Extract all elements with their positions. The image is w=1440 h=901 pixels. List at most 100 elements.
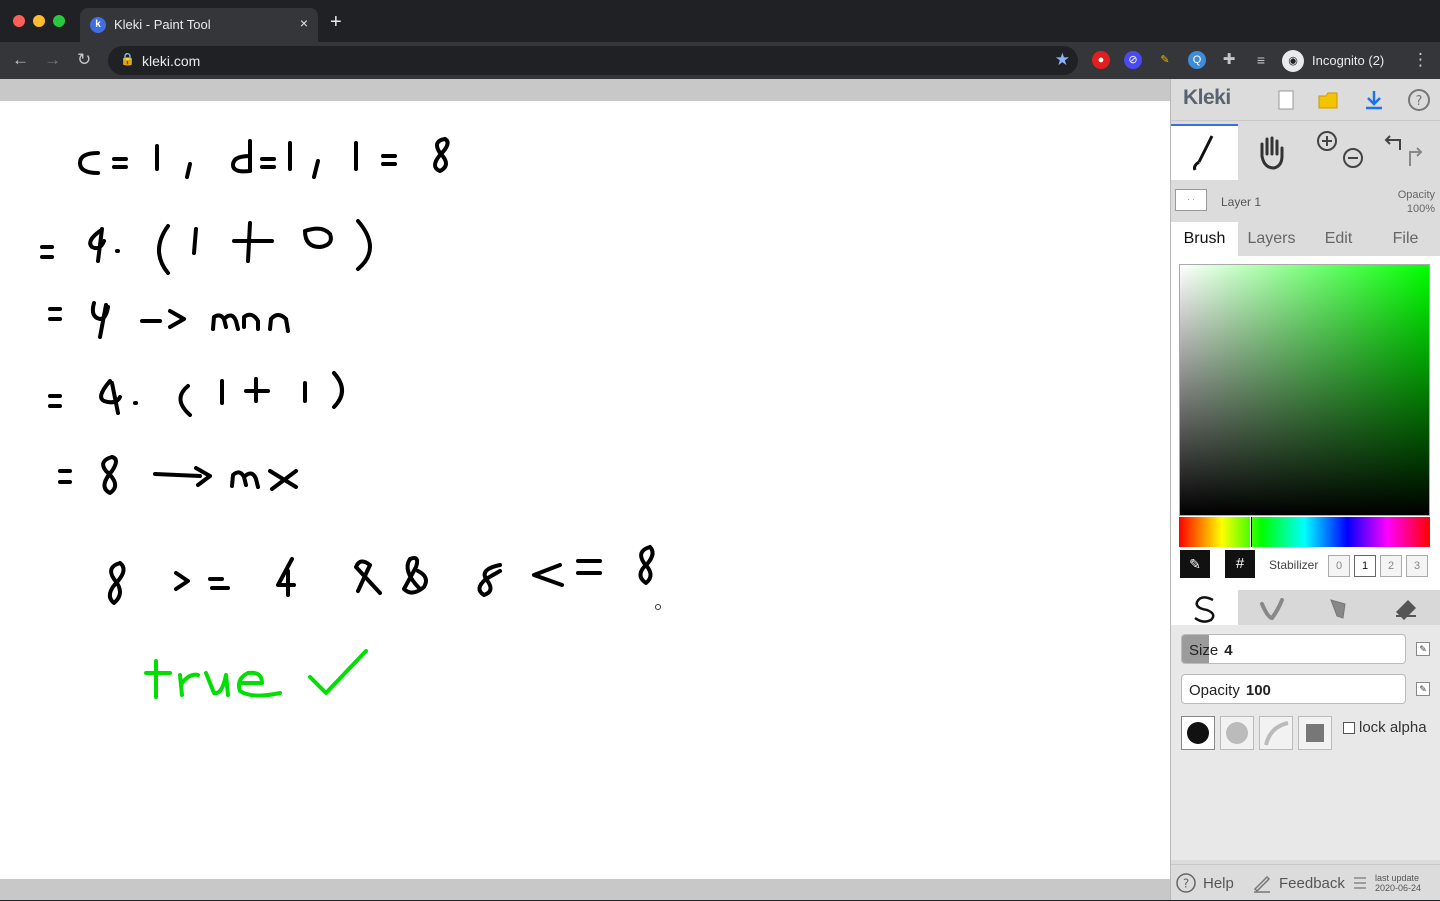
note-line-3 xyxy=(48,301,290,339)
note-line-6 xyxy=(107,545,655,605)
soft-circle-shape-icon xyxy=(1226,722,1248,744)
round-brush-shape[interactable] xyxy=(1181,716,1215,750)
question-circle-icon: ? xyxy=(1176,873,1196,893)
changelog-list-icon xyxy=(1354,877,1366,889)
opacity-slider-label: Opacity 100 xyxy=(1189,682,1271,699)
help-circle-icon[interactable]: ? xyxy=(1407,88,1431,112)
stabilizer-option-0[interactable]: 0 xyxy=(1328,555,1350,577)
size-label-text: Size xyxy=(1189,642,1219,659)
last-update-date: 2020-06-24 xyxy=(1375,883,1422,893)
soft-brush-shape[interactable] xyxy=(1220,716,1254,750)
layer-opacity-value: 100% xyxy=(1406,203,1435,215)
incognito-icon: ◉ xyxy=(1282,49,1304,72)
extensions-puzzle-icon[interactable]: ✚ xyxy=(1220,51,1238,69)
help-button[interactable]: ? Help xyxy=(1175,865,1234,901)
tab-close-icon[interactable]: × xyxy=(300,15,308,31)
checkbox-icon[interactable] xyxy=(1343,721,1355,734)
feedback-pencil-icon xyxy=(1253,875,1271,893)
sketchy-brush-tab[interactable] xyxy=(1305,590,1372,625)
note-line-1 xyxy=(78,137,450,179)
browser-menu-icon[interactable]: ⋮ xyxy=(1412,50,1429,70)
pen-brush-tab[interactable] xyxy=(1171,590,1238,625)
size-pressure-toggle-icon[interactable]: ✎ xyxy=(1416,642,1430,656)
download-icon[interactable] xyxy=(1362,88,1386,112)
browser-tab[interactable]: k Kleki - Paint Tool × xyxy=(80,8,318,42)
maximize-window-button[interactable] xyxy=(53,15,65,27)
tool-tabs xyxy=(1171,124,1440,180)
extension-search-icon[interactable]: Q xyxy=(1188,51,1206,69)
new-image-icon[interactable] xyxy=(1274,88,1298,112)
sidebar-footer: ? Help Feedback last update 2020-06-24 xyxy=(1171,864,1440,900)
opacity-slider[interactable]: Opacity 100 xyxy=(1181,674,1406,704)
browser-toolbar: ← → ↻ 🔒 kleki.com ★ ● ⊘ ✎ Q ✚ ≡ ◉ Incogn… xyxy=(0,42,1440,79)
bookmark-star-icon[interactable]: ★ xyxy=(1055,50,1070,70)
drawing-canvas[interactable] xyxy=(0,101,1170,879)
last-update-label: last update xyxy=(1375,873,1420,883)
brush-settings: Size 4 ✎ Opacity 100 ✎ lock alpha xyxy=(1171,625,1440,860)
tab-title: Kleki - Paint Tool xyxy=(114,17,211,32)
stabilizer-option-1[interactable]: 1 xyxy=(1354,555,1376,577)
tab-layers[interactable]: Layers xyxy=(1238,222,1305,256)
zoom-in-out-icon xyxy=(1317,131,1363,168)
note-line-4 xyxy=(48,371,344,417)
back-arrow-icon[interactable]: ← xyxy=(12,50,29,70)
hex-input-button[interactable]: # xyxy=(1225,550,1255,578)
undo-redo-icon xyxy=(1384,135,1423,166)
hue-slider[interactable] xyxy=(1179,517,1430,547)
incognito-label: Incognito (2) xyxy=(1312,53,1385,68)
chalk-brush-shape[interactable] xyxy=(1259,716,1293,750)
opacity-value: 100 xyxy=(1245,682,1271,699)
eraser-icon xyxy=(1396,600,1416,620)
feedback-button[interactable]: Feedback xyxy=(1251,865,1345,901)
layer-thumbnail[interactable]: · · xyxy=(1175,189,1207,211)
forward-arrow-icon[interactable]: → xyxy=(44,50,61,70)
svg-text:?: ? xyxy=(1416,94,1423,109)
eyedropper-icon[interactable]: ✎ xyxy=(1180,550,1210,578)
lock-alpha-checkbox[interactable]: lock alpha xyxy=(1343,719,1427,736)
saturation-value-picker[interactable] xyxy=(1179,264,1430,516)
last-update-info[interactable]: last update 2020-06-24 xyxy=(1351,865,1440,901)
extension-pencil-icon[interactable]: ✎ xyxy=(1156,51,1174,69)
eraser-tab[interactable] xyxy=(1372,590,1439,625)
kleki-sidebar: Kleki ? · · Layer 1 Opacity 100% Brush L… xyxy=(1170,79,1440,900)
tab-file[interactable]: File xyxy=(1372,222,1439,256)
svg-text:?: ? xyxy=(1183,877,1189,891)
size-slider[interactable]: Size 4 xyxy=(1181,634,1406,664)
blend-brush-tab[interactable] xyxy=(1238,590,1305,625)
opacity-label-text: Opacity xyxy=(1189,682,1240,699)
open-image-icon[interactable] xyxy=(1316,88,1340,112)
sketchy-brush-icon xyxy=(1330,599,1346,619)
brush-tool-tab[interactable] xyxy=(1171,124,1238,180)
hand-icon xyxy=(1260,136,1284,170)
url-text[interactable]: kleki.com xyxy=(142,53,200,69)
square-shape-icon xyxy=(1306,724,1324,742)
media-queue-icon[interactable]: ≡ xyxy=(1252,51,1270,69)
extension-block-icon[interactable]: ⊘ xyxy=(1124,51,1142,69)
tab-brush[interactable]: Brush xyxy=(1171,222,1238,256)
incognito-profile-button[interactable]: ◉ Incognito (2) xyxy=(1282,47,1384,74)
size-value: 4 xyxy=(1224,642,1233,659)
layer-preview-row[interactable]: · · Layer 1 Opacity 100% xyxy=(1171,183,1440,219)
extension-shield-icon[interactable]: ● xyxy=(1092,51,1110,69)
minimize-window-button[interactable] xyxy=(33,15,45,27)
lock-icon: 🔒 xyxy=(120,52,135,66)
hue-slider-handle[interactable] xyxy=(1250,517,1252,547)
chalk-shape-icon xyxy=(1264,721,1289,746)
zoom-tools-tab[interactable] xyxy=(1305,124,1372,180)
new-tab-button[interactable]: + xyxy=(330,12,342,32)
reload-icon[interactable]: ↻ xyxy=(77,50,91,70)
hand-tool-tab[interactable] xyxy=(1238,124,1305,180)
undo-redo-tab[interactable] xyxy=(1372,124,1439,180)
kleki-logo[interactable]: Kleki xyxy=(1183,86,1231,110)
stabilizer-option-3[interactable]: 3 xyxy=(1406,555,1428,577)
main-tabs: Brush Layers Edit File xyxy=(1171,222,1440,256)
address-bar[interactable]: 🔒 kleki.com ★ xyxy=(108,46,1078,75)
close-window-button[interactable] xyxy=(13,15,25,27)
opacity-pressure-toggle-icon[interactable]: ✎ xyxy=(1416,682,1430,696)
layer-name: Layer 1 xyxy=(1221,195,1262,209)
canvas-workspace[interactable] xyxy=(0,79,1170,900)
color-panel: ✎ # Stabilizer 0 1 2 3 xyxy=(1171,256,1440,593)
square-brush-shape[interactable] xyxy=(1298,716,1332,750)
tab-edit[interactable]: Edit xyxy=(1305,222,1372,256)
stabilizer-option-2[interactable]: 2 xyxy=(1380,555,1402,577)
